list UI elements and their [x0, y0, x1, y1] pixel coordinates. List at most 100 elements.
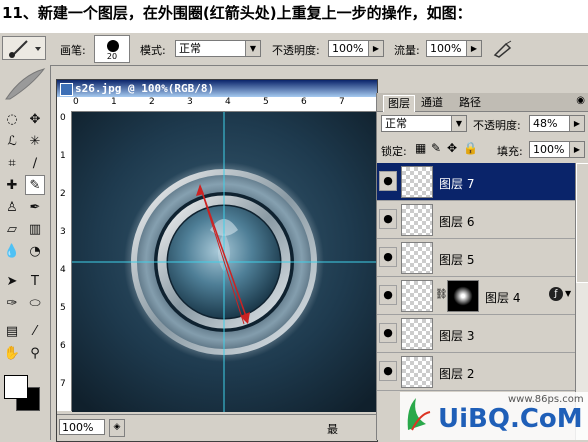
- brush-tool-icon[interactable]: ✎: [25, 175, 45, 195]
- link-chain-icon: ⛓: [435, 289, 448, 300]
- eyedropper-icon[interactable]: ⁄: [25, 321, 45, 341]
- layer-name: 图层 6: [439, 215, 475, 229]
- feather-logo-icon: [5, 68, 46, 100]
- visibility-eye-icon[interactable]: ●: [379, 323, 397, 343]
- tab-channels[interactable]: 通道: [417, 95, 447, 111]
- opacity-label: 不透明度:: [272, 44, 320, 57]
- layers-panel: 图层 通道 路径 ◉ 正常 ▼ 不透明度: 48% ▶ 锁定: ▦ ✎ ✥ 🔒 …: [376, 93, 588, 440]
- tab-paths[interactable]: 路径: [455, 95, 485, 111]
- type-tool-icon[interactable]: T: [25, 271, 45, 291]
- gradient-tool-icon[interactable]: ▥: [25, 219, 45, 239]
- tab-layers[interactable]: 图层: [383, 95, 415, 112]
- chevron-down-icon: ▼: [245, 41, 260, 56]
- layer-name: 图层 4: [485, 291, 521, 305]
- document-title: s26.jpg @ 100%(RGB/8): [75, 82, 215, 95]
- zoom-level-input[interactable]: 100%: [59, 419, 105, 435]
- lock-transparency-icon[interactable]: ▦: [415, 141, 426, 155]
- layer-row[interactable]: ● 图层 6: [377, 201, 575, 239]
- canvas[interactable]: [72, 112, 376, 412]
- visibility-eye-icon[interactable]: ●: [379, 361, 397, 381]
- chevron-down-icon: ▼: [451, 116, 466, 131]
- shape-tool-icon[interactable]: ⬭: [25, 293, 45, 313]
- visibility-eye-icon[interactable]: ●: [379, 285, 397, 305]
- ruler-origin[interactable]: [57, 97, 72, 112]
- layer-name: 图层 5: [439, 253, 475, 267]
- layer-row[interactable]: ● 图层 5: [377, 239, 575, 277]
- move-tool-icon[interactable]: ✥: [25, 109, 45, 129]
- flow-value: 100%: [430, 42, 462, 55]
- dodge-tool-icon[interactable]: ◔: [25, 241, 45, 261]
- mode-value: 正常: [179, 42, 201, 55]
- opacity-value: 100%: [332, 42, 364, 55]
- foreground-color-swatch[interactable]: [4, 375, 28, 399]
- stamp-tool-icon[interactable]: ♙: [2, 197, 22, 217]
- layer-name: 图层 2: [439, 367, 475, 381]
- layer-thumbnail: [401, 318, 433, 350]
- brush-size: 20: [106, 52, 118, 61]
- layer-row[interactable]: ● 图层 7: [377, 163, 575, 201]
- hand-tool-icon[interactable]: ✋: [2, 343, 22, 363]
- document-title-bar[interactable]: s26.jpg @ 100%(RGB/8): [57, 80, 377, 97]
- blur-tool-icon[interactable]: 💧: [2, 241, 22, 261]
- mode-label: 模式:: [140, 44, 166, 57]
- pen-tool-icon[interactable]: ✑: [2, 293, 22, 313]
- chevron-right-icon: ▶: [368, 41, 383, 56]
- chevron-down-icon[interactable]: ▼: [565, 289, 571, 298]
- notes-tool-icon[interactable]: ▤: [2, 321, 22, 341]
- blend-mode-select[interactable]: 正常 ▼: [381, 115, 467, 132]
- airbrush-icon: [493, 40, 512, 58]
- visibility-eye-icon[interactable]: ●: [379, 171, 397, 191]
- healing-brush-icon[interactable]: ✚: [2, 175, 22, 195]
- brush-tool-icon: [9, 40, 41, 58]
- blend-mode-value: 正常: [385, 117, 407, 130]
- tutorial-caption: 11、新建一个图层，在外围圈(红箭头处)上重复上一步的操作，如图：: [0, 0, 588, 32]
- chevron-right-icon: ▶: [466, 41, 481, 56]
- history-brush-icon[interactable]: ✒: [25, 197, 45, 217]
- layer-row[interactable]: ● 图层 3: [377, 315, 575, 353]
- status-menu-button[interactable]: ◈: [109, 419, 125, 437]
- ruler-tick: 0: [60, 113, 66, 123]
- magic-wand-icon[interactable]: ✳: [25, 131, 45, 151]
- layer-thumbnail: [401, 280, 433, 312]
- horizontal-ruler[interactable]: 0 1 2 3 4 5 6 7: [71, 97, 376, 112]
- zoom-tool-icon[interactable]: ⚲: [25, 343, 45, 363]
- visibility-eye-icon[interactable]: ●: [379, 247, 397, 267]
- brush-preset-picker[interactable]: 20: [94, 35, 130, 63]
- brush-label: 画笔:: [60, 44, 86, 57]
- airbrush-button[interactable]: [492, 39, 514, 59]
- slice-tool-icon[interactable]: ∕: [25, 153, 45, 173]
- eraser-tool-icon[interactable]: ▱: [2, 219, 22, 239]
- watermark-brand: UiBQ.CoM: [438, 404, 583, 434]
- status-text: 最: [327, 423, 338, 436]
- flow-label: 流量:: [394, 44, 420, 57]
- layer-opacity-value: 48%: [533, 117, 558, 130]
- path-select-icon[interactable]: ➤: [2, 271, 22, 291]
- lock-pixels-icon[interactable]: ✎: [431, 141, 441, 155]
- marquee-tool-icon[interactable]: ◌: [2, 109, 22, 129]
- opacity-input[interactable]: 100% ▶: [328, 40, 384, 57]
- lock-position-icon[interactable]: ✥: [447, 141, 457, 155]
- lock-label: 锁定:: [381, 145, 407, 158]
- ruler-tick: 4: [60, 265, 66, 275]
- flow-input[interactable]: 100% ▶: [426, 40, 482, 57]
- ruler-tick: 4: [225, 97, 231, 107]
- tool-preset-picker[interactable]: [2, 36, 46, 60]
- layer-thumbnail: [401, 242, 433, 274]
- lasso-tool-icon[interactable]: ℒ: [2, 131, 22, 151]
- watermark: www.86ps.com UiBQ.CoM: [400, 392, 588, 440]
- layer-row[interactable]: ● 图层 2: [377, 353, 575, 391]
- panel-menu-icon[interactable]: ◉: [576, 95, 585, 106]
- scrollbar-thumb[interactable]: [576, 163, 588, 283]
- ruler-tick: 1: [111, 97, 117, 107]
- fill-input[interactable]: 100% ▶: [529, 141, 585, 158]
- visibility-eye-icon[interactable]: ●: [379, 209, 397, 229]
- mode-select[interactable]: 正常 ▼: [175, 40, 261, 57]
- layer-effects-icon[interactable]: ƒ: [549, 287, 563, 301]
- layer-thumbnail: [401, 166, 433, 198]
- vertical-ruler[interactable]: 0 1 2 3 4 5 6 7: [57, 111, 72, 411]
- layer-mask-thumbnail[interactable]: [447, 280, 479, 312]
- layer-opacity-input[interactable]: 48% ▶: [529, 115, 585, 132]
- lock-all-icon[interactable]: 🔒: [463, 141, 478, 155]
- layer-row[interactable]: ● ⛓ 图层 4 ƒ ▼: [377, 277, 575, 315]
- crop-tool-icon[interactable]: ⌗: [2, 153, 22, 173]
